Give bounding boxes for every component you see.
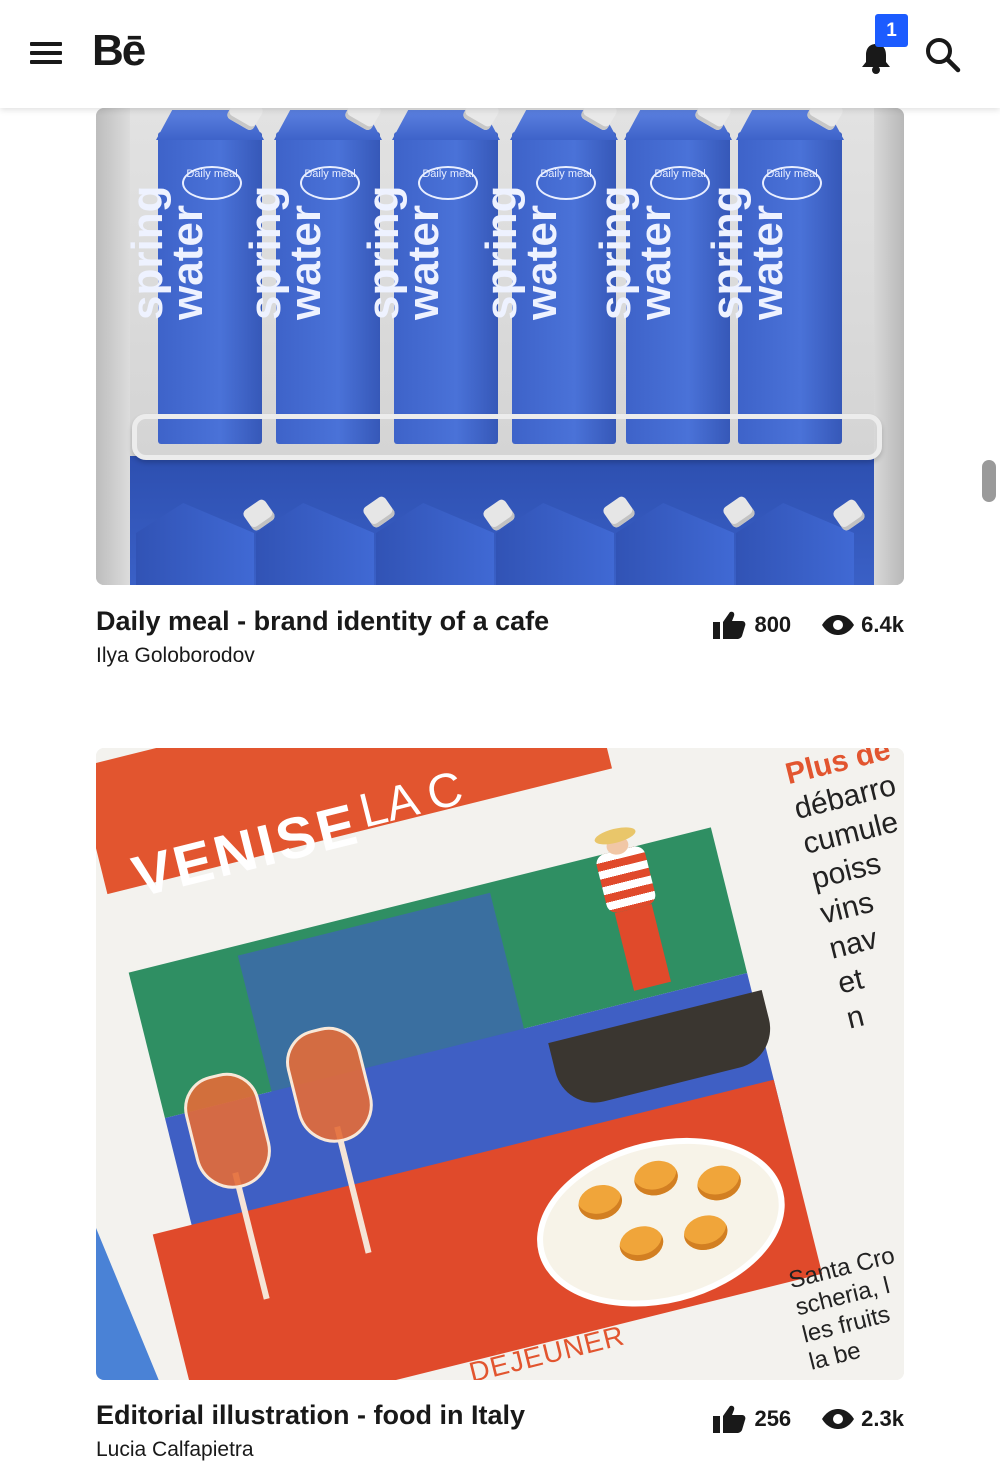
eye-icon [821,614,855,636]
project-author[interactable]: Ilya Goloborodov [96,644,255,668]
carton: Daily meal spring water [703,108,845,444]
project-title[interactable]: Editorial illustration - food in Italy [96,1400,525,1431]
fridge-wall [874,108,904,585]
project-card: VENISE LA C Plus dé débarro cumule poiss… [96,748,904,1462]
project-card: Daily meal spring water Daily meal spring… [96,108,904,688]
search-icon[interactable] [922,34,964,76]
fridge-wall [96,108,130,585]
likes-stat: 256 [712,1404,791,1434]
views-stat: 2.3k [821,1406,904,1432]
project-stats: 800 6.4k [712,610,904,640]
project-thumbnail[interactable]: VENISE LA C Plus dé débarro cumule poiss… [96,748,904,1380]
likes-count: 800 [754,612,792,637]
hamburger-menu-icon[interactable] [30,40,64,66]
project-stats: 256 2.3k [712,1404,904,1434]
top-navigation-bar: Bē 1 [0,0,1000,108]
thumbs-up-icon [712,1404,746,1434]
likes-count: 256 [754,1406,792,1431]
thumbs-up-icon [712,610,746,640]
views-count: 2.3k [861,1406,904,1431]
notification-badge: 1 [875,14,908,47]
views-stat: 6.4k [821,612,904,638]
project-thumbnail[interactable]: Daily meal spring water Daily meal spring… [96,108,904,585]
project-author[interactable]: Lucia Calfapietra [96,1438,254,1462]
likes-stat: 800 [712,610,791,640]
behance-logo[interactable]: Bē [92,26,146,76]
fridge-shelf [132,414,882,460]
eye-icon [821,1408,855,1430]
views-count: 6.4k [861,612,904,637]
scrollbar-thumb[interactable] [982,460,996,502]
project-title[interactable]: Daily meal - brand identity of a cafe [96,606,549,637]
